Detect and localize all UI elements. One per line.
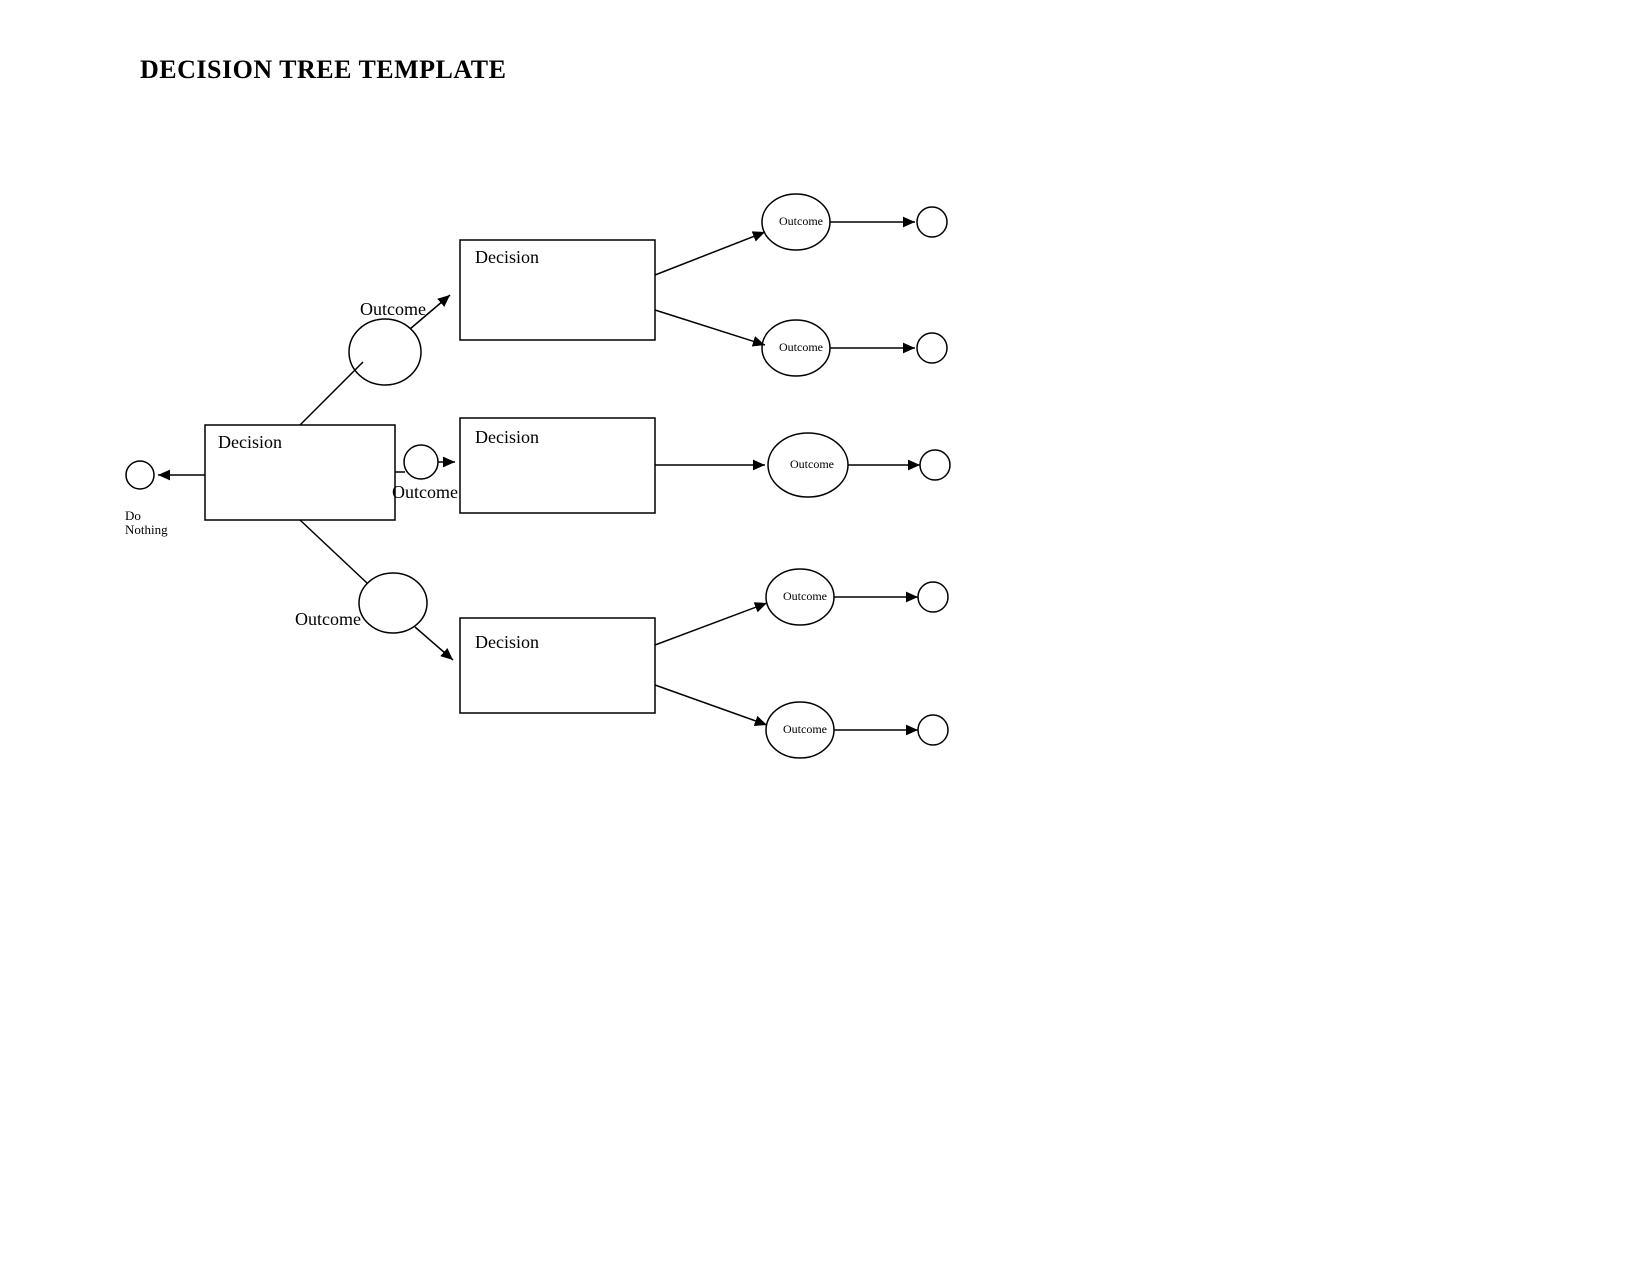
top-end2-node <box>917 333 947 363</box>
mid-decision-label: Decision <box>475 427 539 447</box>
mid-outcome-label: Outcome <box>392 482 458 502</box>
bot-outcome1-label: Outcome <box>783 589 827 603</box>
bot-outcome-node <box>359 573 427 633</box>
top-decision-label: Decision <box>475 247 539 267</box>
top-outcome2-label: Outcome <box>779 340 823 354</box>
top-outcome-label: Outcome <box>360 299 426 319</box>
line-root-to-top-outcome <box>300 362 363 425</box>
do-nothing-label: Do Nothing <box>125 508 168 537</box>
mid-end1-node <box>920 450 950 480</box>
arrow-bot-to-outcome2 <box>655 685 767 725</box>
mid-outcome-node <box>404 445 438 479</box>
decision-tree-diagram: Do Nothing Decision Outcome Decision Out… <box>0 0 1650 1275</box>
top-outcome1-label: Outcome <box>779 214 823 228</box>
line-root-to-bot-outcome <box>300 520 367 583</box>
top-end1-node <box>917 207 947 237</box>
page: DECISION TREE TEMPLATE Do Nothing Decisi… <box>0 0 1650 1275</box>
bot-decision-label: Decision <box>475 632 539 652</box>
do-nothing-node <box>126 461 154 489</box>
bot-end1-node <box>918 582 948 612</box>
arrow-top-to-outcome2 <box>655 310 765 345</box>
bot-outcome2-label: Outcome <box>783 722 827 736</box>
arrow-top-to-outcome1 <box>655 232 765 275</box>
root-decision-label: Decision <box>218 432 282 452</box>
bot-outcome-label: Outcome <box>295 609 361 629</box>
bot-end2-node <box>918 715 948 745</box>
arrow-bot-outcome-to-decision <box>415 627 453 660</box>
mid-outcome1-label: Outcome <box>790 457 834 471</box>
arrow-bot-to-outcome1 <box>655 603 767 645</box>
